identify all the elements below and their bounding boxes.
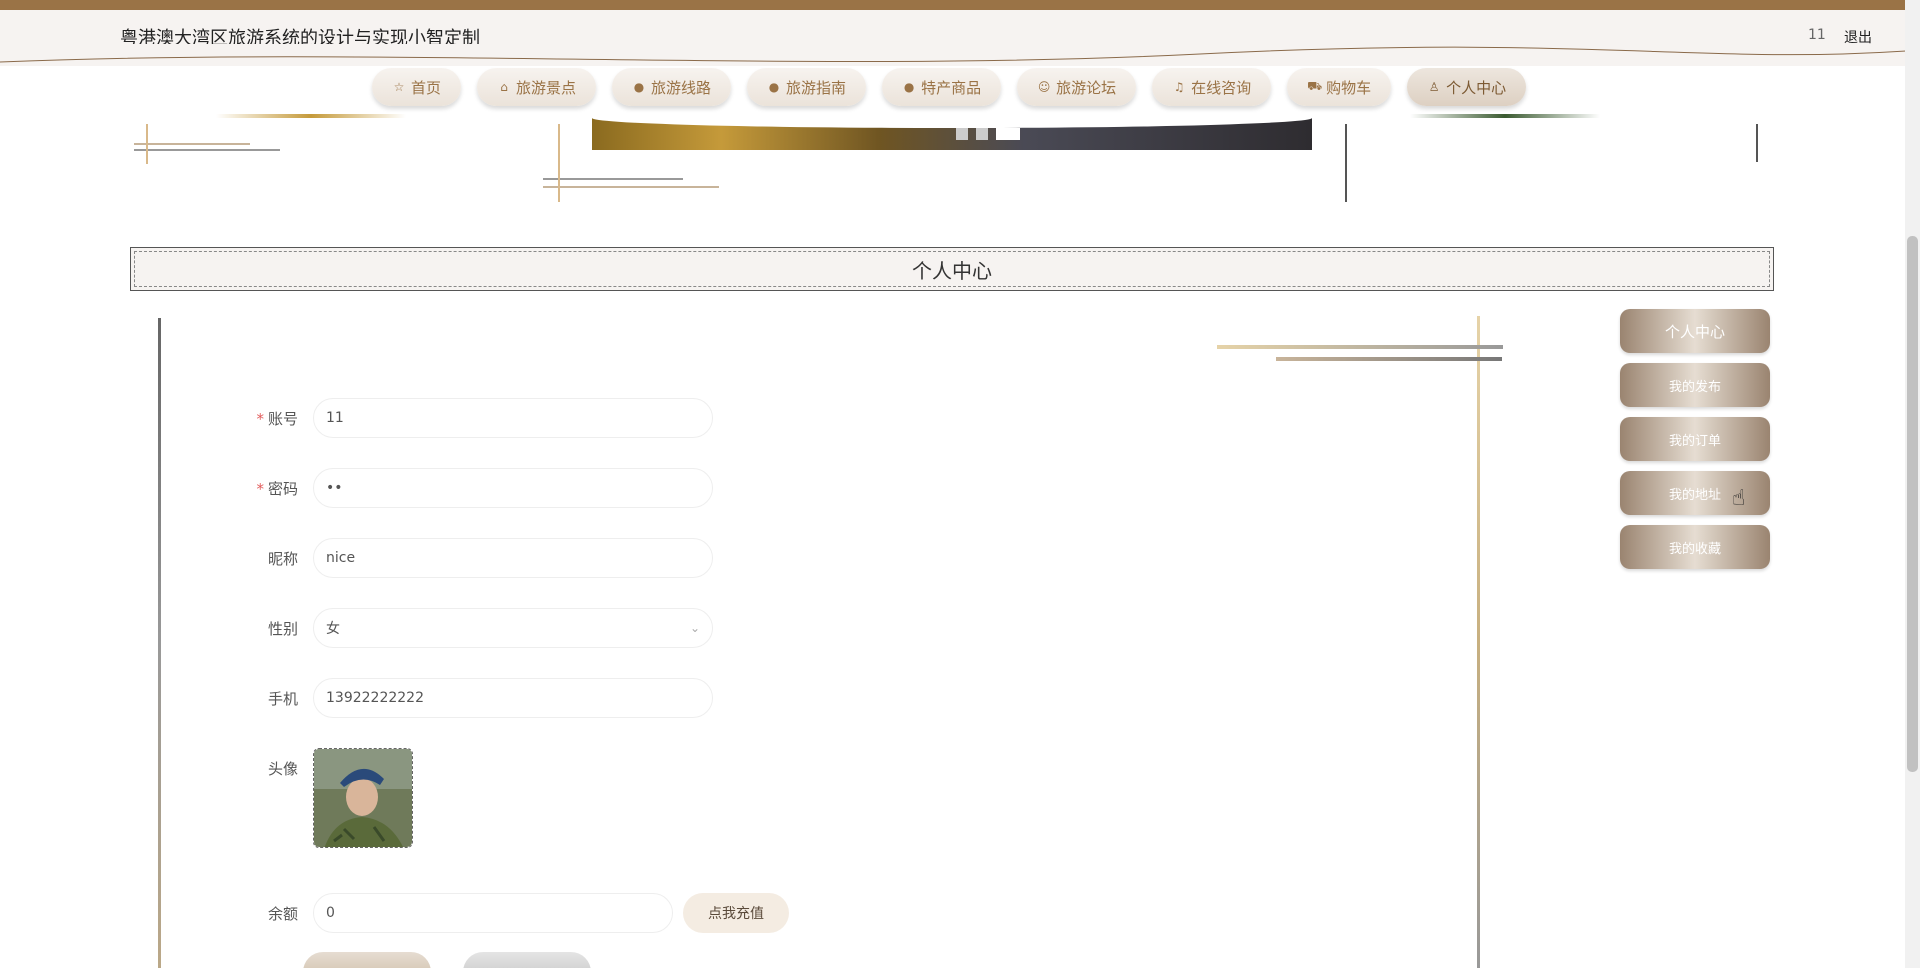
side-menu: 个人中心 我的发布 我的订单 我的地址 我的收藏 <box>1620 309 1770 579</box>
nav-item-label: 旅游论坛 <box>1056 78 1117 97</box>
nav-item-forum[interactable]: ☺ 旅游论坛 <box>1017 68 1137 106</box>
nav-item-label: 在线咨询 <box>1191 78 1252 97</box>
user-icon: ♙ <box>1428 80 1440 94</box>
nav-item-label: 旅游景点 <box>516 78 577 97</box>
avatar-label: 头像 <box>267 760 298 778</box>
nav-item-products[interactable]: ● 特产商品 <box>882 68 1002 106</box>
decor-line <box>134 143 250 145</box>
nav-item-label: 旅游线路 <box>651 78 712 97</box>
section-title-bar: 个人中心 <box>130 247 1774 291</box>
decor-line <box>1276 357 1502 361</box>
side-item-posts[interactable]: 我的发布 <box>1620 363 1770 407</box>
nav-item-guides[interactable]: ● 旅游指南 <box>747 68 867 106</box>
recharge-button[interactable]: 点我充值 <box>683 893 789 933</box>
required-mark: * <box>256 480 264 498</box>
side-item-profile[interactable]: 个人中心 <box>1620 309 1770 353</box>
password-input[interactable]: •• <box>313 468 713 508</box>
chevron-down-icon: ⌄ <box>689 621 700 635</box>
carousel-dot-active[interactable] <box>996 128 1020 140</box>
banner-carousel[interactable] <box>592 118 1312 150</box>
nav-item-label: 首页 <box>411 78 442 97</box>
question-circle-icon: ● <box>768 80 780 94</box>
decor-line <box>216 114 406 118</box>
top-accent-bar <box>0 0 1920 10</box>
content-left-border <box>158 318 161 968</box>
nav-item-consult[interactable]: ♫ 在线咨询 <box>1152 68 1272 106</box>
password-value: •• <box>326 480 343 496</box>
avatar-image <box>314 749 412 847</box>
decor-line <box>543 178 683 180</box>
info-circle-icon: ● <box>633 80 645 94</box>
decor-line <box>543 186 719 188</box>
pointer-cursor-icon: ☝ <box>1732 486 1746 511</box>
info-circle-icon: ● <box>903 80 915 94</box>
nickname-input[interactable]: nice <box>313 538 713 578</box>
nav-item-attractions[interactable]: ⌂ 旅游景点 <box>477 68 597 106</box>
content-right-border <box>1477 316 1480 968</box>
avatar-upload[interactable] <box>313 748 413 848</box>
nav-item-label: 购物车 <box>1326 78 1372 97</box>
account-input[interactable]: 11 <box>313 398 713 438</box>
nav-item-label: 特产商品 <box>921 78 982 97</box>
gender-value: 女 <box>326 621 340 637</box>
phone-label: 手机 <box>267 690 298 708</box>
balance-input[interactable]: 0 <box>313 893 673 933</box>
smile-icon: ☺ <box>1037 80 1051 94</box>
side-item-orders[interactable]: 我的订单 <box>1620 417 1770 461</box>
decor-line <box>1217 345 1503 349</box>
side-item-favorites[interactable]: 我的收藏 <box>1620 525 1770 569</box>
headset-icon: ♫ <box>1173 80 1185 94</box>
main-nav: ☆ 首页 ⌂ 旅游景点 ● 旅游线路 ● 旅游指南 ● 特产商品 ☺ 旅游论坛 ♫ 在线咨询 … <box>372 68 1527 108</box>
gender-select[interactable]: 女 ⌄ <box>313 608 713 648</box>
balance-label: 余额 <box>267 905 298 923</box>
nav-item-cart[interactable]: ⛟ 购物车 <box>1287 68 1392 106</box>
nickname-value: nice <box>326 550 356 566</box>
logout-button[interactable] <box>463 952 591 968</box>
bag-icon: ⌂ <box>500 80 508 94</box>
nav-item-routes[interactable]: ● 旅游线路 <box>612 68 732 106</box>
decor-line <box>558 124 560 202</box>
save-button[interactable] <box>303 952 431 968</box>
star-icon: ☆ <box>393 80 405 94</box>
phone-value: 13922222222 <box>326 690 424 706</box>
account-value: 11 <box>326 410 344 426</box>
decor-line <box>146 124 148 164</box>
required-mark: * <box>256 410 264 428</box>
nickname-label: 昵称 <box>267 550 298 568</box>
gender-label: 性别 <box>267 620 298 638</box>
section-title: 个人中心 <box>912 258 992 283</box>
password-label-text: 密码 <box>267 480 298 498</box>
nav-item-label: 个人中心 <box>1446 78 1507 97</box>
carousel-dot[interactable] <box>956 128 968 140</box>
phone-input[interactable]: 13922222222 <box>313 678 713 718</box>
decor-line <box>134 149 280 151</box>
carousel-dot[interactable] <box>976 128 988 140</box>
balance-value: 0 <box>326 905 335 921</box>
cart-icon: ⛟ <box>1307 79 1323 93</box>
scrollbar-thumb[interactable] <box>1907 236 1918 772</box>
username: 11 <box>1808 27 1826 43</box>
decor-line <box>1756 124 1758 162</box>
decor-line <box>1345 124 1347 202</box>
side-item-address[interactable]: 我的地址 <box>1620 471 1770 515</box>
account-label: * 账号 <box>208 408 298 429</box>
nav-item-profile[interactable]: ♙ 个人中心 <box>1407 68 1527 106</box>
password-label: * 密码 <box>208 478 298 499</box>
decor-line <box>1410 114 1600 118</box>
account-label-text: 账号 <box>267 410 298 428</box>
nav-item-home[interactable]: ☆ 首页 <box>372 68 462 106</box>
nav-item-label: 旅游指南 <box>786 78 847 97</box>
